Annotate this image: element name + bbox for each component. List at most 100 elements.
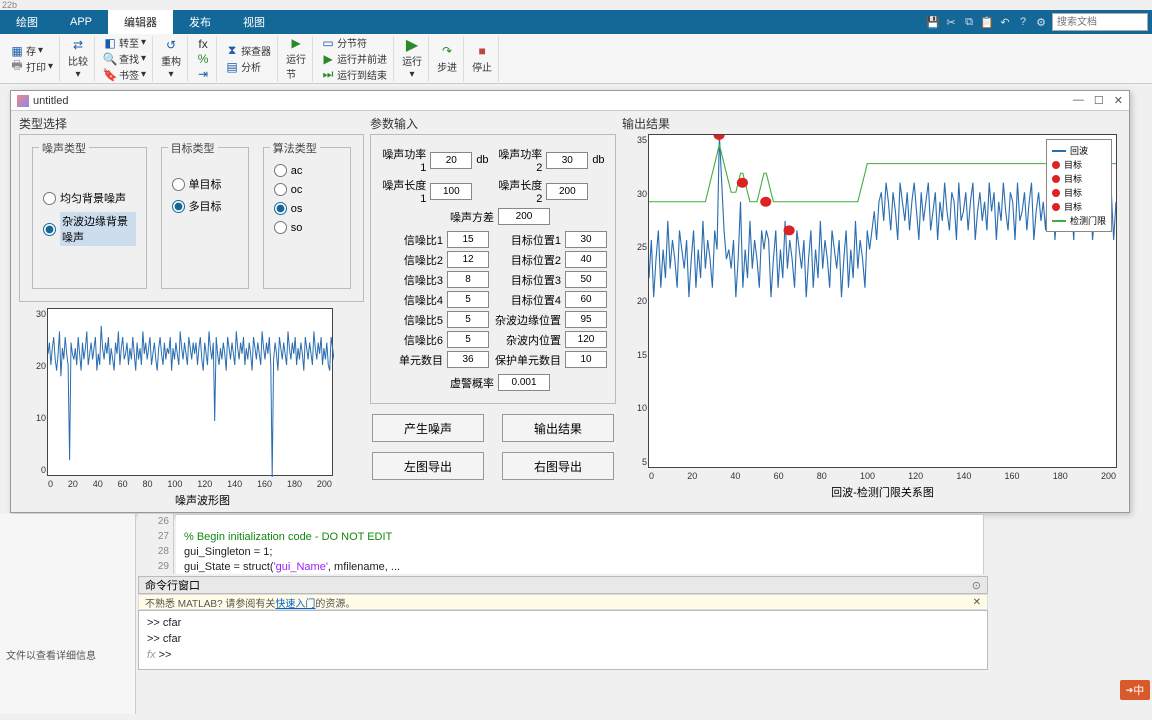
input-snr3[interactable] (447, 271, 489, 288)
target-group-label: 目标类型 (168, 140, 218, 156)
find-button[interactable]: 🔍查找 ▾ (103, 51, 146, 66)
noise-group-label: 噪声类型 (39, 140, 89, 156)
command-window-title[interactable]: 命令行窗口⊙ (138, 576, 988, 594)
pct-icon[interactable]: % (196, 52, 210, 66)
param-panel-title: 参数输入 (370, 115, 616, 132)
algo-so-radio[interactable]: so (274, 221, 340, 234)
input-guard[interactable] (565, 351, 607, 368)
legend: 回波 目标 目标 目标 目标 检测门限 (1046, 139, 1112, 232)
tab-app[interactable]: APP (54, 10, 108, 34)
input-cells[interactable] (447, 351, 489, 368)
noise-uniform-radio[interactable]: 均匀背景噪声 (43, 190, 136, 206)
input-pos1[interactable] (565, 231, 607, 248)
close-icon[interactable]: ✕ (1114, 94, 1123, 107)
paste-icon[interactable]: 📋 (980, 15, 994, 29)
tab-editor[interactable]: 编辑器 (108, 10, 173, 34)
fx-icon: fx (147, 649, 156, 661)
input-len1[interactable] (430, 183, 472, 200)
input-power1[interactable] (430, 152, 472, 169)
output-axes: 3530252015105 02040608010012014016018020… (648, 134, 1117, 468)
input-power2[interactable] (546, 152, 588, 169)
command-window-banner: 不熟悉 MATLAB? 请参阅有关快速入门的资源。 ✕ (138, 594, 988, 610)
step-button[interactable]: ↷步进 (437, 44, 457, 74)
algo-oc-radio[interactable]: oc (274, 183, 340, 196)
input-snr6[interactable] (447, 331, 489, 348)
banner-close-icon[interactable]: ✕ (973, 597, 981, 608)
input-snr2[interactable] (447, 251, 489, 268)
status-message: 文件以查看详细信息 (0, 645, 102, 664)
toolstrip: ▦存 ▾ 🖶打印 ▾ ⇄比较▾ ◧转至 ▾ 🔍查找 ▾ 🔖书签 ▾ ↺重构▾ f… (0, 34, 1152, 84)
input-pos3[interactable] (565, 271, 607, 288)
label-len1: 噪声长度1 (379, 177, 426, 205)
compare-button[interactable]: ⇄比较▾ (68, 38, 88, 80)
target-multi-radio[interactable]: 多目标 (172, 198, 238, 214)
tab-view[interactable]: 视图 (227, 10, 281, 34)
current-folder[interactable] (0, 514, 136, 714)
goto-button[interactable]: ◧转至 ▾ (103, 35, 146, 50)
profiler-button[interactable]: ⧗探查器 (225, 43, 271, 58)
label-len2: 噪声长度2 (495, 177, 542, 205)
input-pos2[interactable] (565, 251, 607, 268)
input-len2[interactable] (546, 183, 588, 200)
generate-noise-button[interactable]: 产生噪声 (372, 414, 484, 442)
input-snr4[interactable] (447, 291, 489, 308)
algo-os-radio[interactable]: os (274, 202, 340, 215)
input-pos4[interactable] (565, 291, 607, 308)
left-plot-title: 噪声波形图 (47, 492, 358, 508)
label-power2: 噪声功率2 (495, 146, 542, 174)
input-var[interactable] (498, 208, 550, 225)
type-panel-title: 类型选择 (19, 115, 364, 132)
output-panel-title: 输出结果 (622, 115, 1121, 132)
gui-titlebar[interactable]: untitled — ☐ ✕ (11, 91, 1129, 111)
output-result-button[interactable]: 输出结果 (502, 414, 614, 442)
indent-icon[interactable]: ⇥ (196, 67, 210, 81)
noise-edge-radio[interactable]: 杂波边缘背景噪声 (43, 212, 136, 246)
quickstart-link[interactable]: 快速入门 (275, 595, 315, 610)
noise-waveform-axes: 3020100 020406080100120140160180200 (47, 308, 333, 476)
run-section-button[interactable]: ▶运行 节 (286, 36, 306, 81)
section-button[interactable]: ▭分节符 (321, 35, 387, 50)
tab-plot[interactable]: 绘图 (0, 10, 54, 34)
algo-group-label: 算法类型 (270, 140, 320, 156)
export-left-button[interactable]: 左图导出 (372, 452, 484, 480)
ime-indicator[interactable]: ➔中 (1120, 680, 1150, 700)
gear-icon[interactable]: ⚙ (1034, 15, 1048, 29)
gui-window: untitled — ☐ ✕ 类型选择 噪声类型 均匀背景噪声 杂波边缘背景噪声 (10, 90, 1130, 513)
save-icon[interactable]: 💾 (926, 15, 940, 29)
minimize-icon[interactable]: — (1073, 94, 1084, 107)
ribbon-tabs: 绘图 APP 编辑器 发布 视图 💾 ✂ ⧉ 📋 ↶ ? ⚙ (0, 10, 1152, 34)
stop-button[interactable]: ■停止 (472, 44, 492, 74)
tab-publish[interactable]: 发布 (173, 10, 227, 34)
label-pfa: 虚警概率 (436, 375, 494, 391)
command-window-body[interactable]: >> cfar >> cfar fx >> (138, 610, 988, 670)
editor-body[interactable]: % Begin initialization code - DO NOT EDI… (176, 514, 984, 574)
input-pfa[interactable] (498, 374, 550, 391)
gui-title: untitled (33, 95, 68, 107)
label-power1: 噪声功率1 (379, 146, 426, 174)
maximize-icon[interactable]: ☐ (1094, 94, 1104, 107)
export-right-button[interactable]: 右图导出 (502, 452, 614, 480)
dropdown-icon[interactable]: ⊙ (972, 579, 981, 592)
cut-icon[interactable]: ✂ (944, 15, 958, 29)
run-button[interactable]: ▶运行▾ (402, 38, 422, 80)
app-titlebar: 22b (0, 0, 1152, 10)
run-to-end-button[interactable]: ⏭运行到结束 (321, 67, 387, 82)
matlab-icon (17, 95, 29, 107)
print-button[interactable]: 🖶打印 ▾ (10, 59, 53, 74)
input-edge[interactable] (565, 311, 607, 328)
input-snr1[interactable] (447, 231, 489, 248)
help-icon[interactable]: ? (1016, 15, 1030, 29)
undo-icon[interactable]: ↶ (998, 15, 1012, 29)
run-advance-button[interactable]: ▶运行并前进 (321, 51, 387, 66)
fx-icon[interactable]: fx (196, 37, 210, 51)
copy-icon[interactable]: ⧉ (962, 15, 976, 29)
search-docs-input[interactable] (1052, 13, 1148, 31)
refactor-button[interactable]: ↺重构▾ (161, 38, 181, 80)
target-single-radio[interactable]: 单目标 (172, 176, 238, 192)
right-plot-title: 回波-检测门限关系图 (648, 484, 1117, 500)
input-snr5[interactable] (447, 311, 489, 328)
input-inner[interactable] (565, 331, 607, 348)
algo-ac-radio[interactable]: ac (274, 164, 340, 177)
bookmark-button[interactable]: 🔖书签 ▾ (103, 67, 146, 82)
analyze-button[interactable]: ▤分析 (225, 59, 271, 74)
